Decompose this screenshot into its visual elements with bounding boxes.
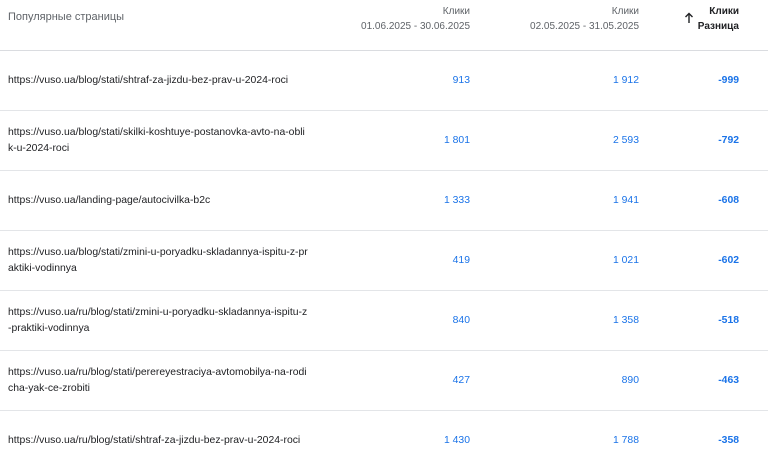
clicks-current-value: 427 [452,375,470,386]
column-header-clicks-previous-range: 02.05.2025 - 31.05.2025 [530,21,639,32]
clicks-diff-value: -608 [718,195,739,206]
page-url[interactable]: https://vuso.ua/blog/stati/zmini-u-porya… [8,231,308,290]
clicks-diff-value: -792 [718,135,739,146]
table-row[interactable]: https://vuso.ua/blog/stati/shtraf-za-jiz… [0,51,768,111]
page-url[interactable]: https://vuso.ua/ru/blog/stati/zmini-u-po… [8,291,308,350]
column-header-clicks-current-range: 01.06.2025 - 30.06.2025 [361,21,470,32]
clicks-current-value: 840 [452,315,470,326]
clicks-previous-value: 1 021 [612,255,639,266]
table-row[interactable]: https://vuso.ua/blog/stati/zmini-u-porya… [0,231,768,291]
page-url[interactable]: https://vuso.ua/landing-page/autocivilka… [8,171,308,230]
arrow-up-icon[interactable] [683,12,695,24]
clicks-previous-value: 1 941 [612,195,639,206]
table-row[interactable]: https://vuso.ua/ru/blog/stati/perereyest… [0,351,768,411]
clicks-previous-value: 1 912 [612,75,639,86]
column-header-clicks-diff-sub: Разница [697,21,739,32]
clicks-previous-value: 1 788 [612,435,639,446]
clicks-current-value: 1 801 [443,135,470,146]
table-row[interactable]: https://vuso.ua/ru/blog/stati/shtraf-za-… [0,411,768,470]
clicks-current-value: 419 [452,255,470,266]
column-header-clicks-current[interactable]: Клики 01.06.2025 - 30.06.2025 [361,4,470,34]
table-row[interactable]: https://vuso.ua/landing-page/autocivilka… [0,171,768,231]
clicks-current-value: 1 333 [443,195,470,206]
column-header-clicks-previous-title: Клики [611,6,639,17]
clicks-previous-value: 2 593 [612,135,639,146]
table-row[interactable]: https://vuso.ua/blog/stati/skilki-koshtu… [0,111,768,171]
column-header-pages[interactable]: Популярные страницы [8,11,124,23]
clicks-previous-value: 890 [621,375,639,386]
clicks-current-value: 1 430 [443,435,470,446]
column-header-clicks-current-title: Клики [442,6,470,17]
page-url[interactable]: https://vuso.ua/ru/blog/stati/shtraf-za-… [8,411,308,470]
clicks-diff-value: -358 [718,435,739,446]
clicks-diff-value: -999 [718,75,739,86]
column-header-clicks-diff[interactable]: Клики Разница [698,4,739,34]
clicks-diff-value: -602 [718,255,739,266]
table-row[interactable]: https://vuso.ua/ru/blog/stati/zmini-u-po… [0,291,768,351]
column-header-clicks-diff-title: Клики [709,6,739,17]
clicks-current-value: 913 [452,75,470,86]
clicks-previous-value: 1 358 [612,315,639,326]
clicks-diff-value: -463 [718,375,739,386]
popular-pages-table: Популярные страницы Клики 01.06.2025 - 3… [0,0,768,470]
clicks-diff-value: -518 [718,315,739,326]
table-header: Популярные страницы Клики 01.06.2025 - 3… [0,0,768,51]
page-url[interactable]: https://vuso.ua/blog/stati/shtraf-za-jiz… [8,51,308,110]
column-header-clicks-previous[interactable]: Клики 02.05.2025 - 31.05.2025 [530,4,639,34]
page-url[interactable]: https://vuso.ua/ru/blog/stati/perereyest… [8,351,308,410]
page-url[interactable]: https://vuso.ua/blog/stati/skilki-koshtu… [8,111,308,170]
